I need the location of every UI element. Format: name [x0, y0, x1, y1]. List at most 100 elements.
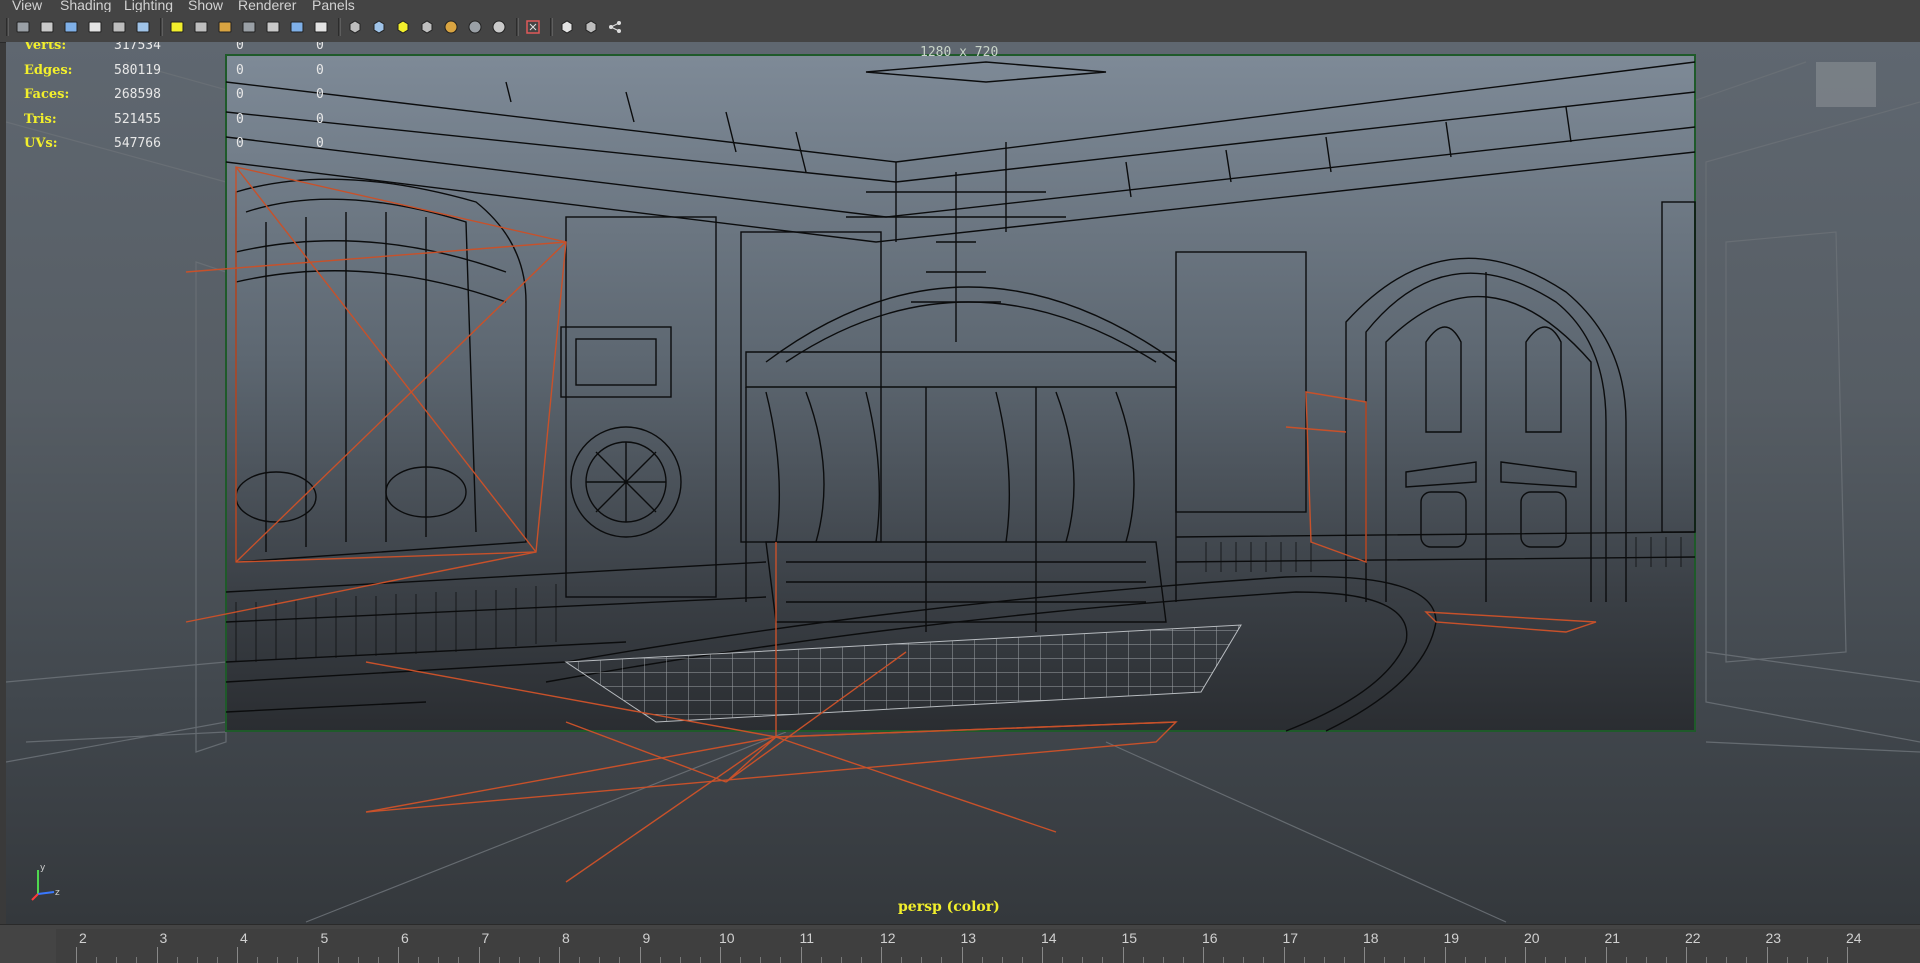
grease-pencil-icon[interactable]: [134, 18, 152, 36]
share-icon[interactable]: [606, 18, 624, 36]
frame-subtick: [780, 957, 782, 963]
hud-value: 547766: [114, 136, 161, 151]
menu-shading[interactable]: Shading: [60, 0, 111, 12]
wireframe-icon[interactable]: [346, 18, 364, 36]
frame-subtick: [257, 957, 259, 963]
hud-value: 0: [316, 62, 324, 78]
frame-subtick: [1545, 957, 1547, 963]
hud-value: 0: [236, 111, 244, 127]
hud-value: 0: [316, 136, 324, 151]
frame-subtick: [760, 957, 762, 963]
frame-number: 15: [1121, 930, 1138, 946]
wireframe-on-shaded-icon[interactable]: [394, 18, 412, 36]
frame-tick: [76, 947, 77, 963]
axis-label-z: z: [55, 888, 60, 898]
frame-subtick: [1424, 957, 1426, 963]
menu-lighting[interactable]: Lighting: [124, 0, 173, 12]
use-default-lights-icon[interactable]: [442, 18, 460, 36]
frame-number: 24: [1846, 930, 1862, 946]
frame-tick: [478, 947, 480, 963]
frame-subtick: [740, 957, 742, 963]
frame-subtick: [1645, 957, 1647, 963]
hud-value: 580119: [114, 62, 161, 78]
toolbar-separator: [160, 18, 163, 36]
frame-subtick: [1625, 957, 1627, 963]
xray-joints-icon[interactable]: [582, 18, 600, 36]
frame-subtick: [96, 957, 98, 963]
frame-tick: [1283, 947, 1285, 963]
frame-subtick: [1102, 957, 1104, 963]
bookmark-icon[interactable]: [62, 18, 80, 36]
hud-value: 0: [316, 42, 324, 53]
frame-subtick: [1021, 957, 1023, 963]
menu-show[interactable]: Show: [188, 0, 223, 12]
hud-value: 268598: [114, 87, 161, 102]
smooth-shade-icon[interactable]: [370, 18, 388, 36]
hud-value: 0: [316, 111, 324, 127]
select-camera-icon[interactable]: [14, 18, 32, 36]
textured-icon[interactable]: [418, 18, 436, 36]
resolution-gate: [225, 54, 1696, 732]
frame-subtick: [1585, 957, 1587, 963]
frame-subtick: [1484, 957, 1486, 963]
frame-number: 11: [799, 930, 815, 946]
frame-subtick: [458, 957, 460, 963]
frame-tick: [1122, 947, 1124, 963]
viewport-toolbar: [0, 12, 1920, 43]
frame-tick: [639, 947, 641, 963]
frame-subtick: [921, 957, 923, 963]
xray-icon[interactable]: [558, 18, 576, 36]
menu-view[interactable]: View: [12, 0, 42, 12]
grid-toggle-icon[interactable]: [168, 18, 186, 36]
time-slider-track[interactable]: 2 3 4 5 6 7 8 9 10 11 12 13 14 15 16 17 18 19 20 21 22 23 24: [56, 929, 1920, 963]
ambient-occlusion-icon[interactable]: [490, 18, 508, 36]
frame-subtick: [1826, 957, 1828, 963]
resolution-readout: 1280 x 720: [920, 45, 999, 60]
frame-subtick: [1565, 957, 1567, 963]
frame-subtick: [1263, 957, 1265, 963]
safe-action-icon[interactable]: [288, 18, 306, 36]
frame-subtick: [377, 957, 379, 963]
frame-number: 21: [1604, 930, 1621, 946]
frame-subtick: [1384, 957, 1386, 963]
frame-subtick: [659, 957, 661, 963]
resolution-gate-icon[interactable]: [216, 18, 234, 36]
viewport-menu-bar: View Shading Lighting Show Renderer Panels: [0, 0, 1920, 12]
frame-subtick: [1223, 957, 1225, 963]
frame-subtick: [216, 957, 218, 963]
camera-attributes-icon[interactable]: [38, 18, 56, 36]
toolbar-separator: [338, 18, 341, 36]
frame-subtick: [860, 957, 862, 963]
frame-subtick: [1001, 957, 1003, 963]
perspective-viewport[interactable]: 1280 x 720 Verts: 317534 0 0 Edges: 580119 0 0 F…: [6, 42, 1920, 924]
frame-subtick: [820, 957, 822, 963]
frame-number: 2: [79, 930, 87, 946]
frame-subtick: [1323, 957, 1325, 963]
isolate-select-icon[interactable]: [524, 18, 542, 36]
hud-value: 0: [236, 62, 244, 78]
safe-title-icon[interactable]: [312, 18, 330, 36]
frame-number: 13: [960, 930, 977, 946]
frame-tick: [1203, 947, 1204, 963]
frame-subtick: [1726, 957, 1728, 963]
frame-number: 7: [481, 930, 490, 946]
gate-mask-icon[interactable]: [240, 18, 258, 36]
frame-tick: [1686, 947, 1687, 963]
frame-subtick: [840, 957, 842, 963]
frame-subtick: [579, 957, 581, 963]
menu-panels[interactable]: Panels: [312, 0, 355, 12]
image-plane-icon[interactable]: [86, 18, 104, 36]
shadows-icon[interactable]: [466, 18, 484, 36]
frame-subtick: [438, 957, 440, 963]
frame-subtick: [619, 957, 621, 963]
menu-renderer[interactable]: Renderer: [238, 0, 296, 12]
frame-subtick: [1404, 957, 1406, 963]
time-slider[interactable]: 2 3 4 5 6 7 8 9 10 11 12 13 14 15 16 17 18 19 20 21 22 23 24: [0, 924, 1920, 963]
frame-number: 14: [1041, 930, 1057, 946]
frame-subtick: [699, 957, 701, 963]
two-d-pan-zoom-icon[interactable]: [110, 18, 128, 36]
field-chart-icon[interactable]: [264, 18, 282, 36]
film-gate-icon[interactable]: [192, 18, 210, 36]
frame-subtick: [337, 957, 339, 963]
frame-subtick: [901, 957, 903, 963]
